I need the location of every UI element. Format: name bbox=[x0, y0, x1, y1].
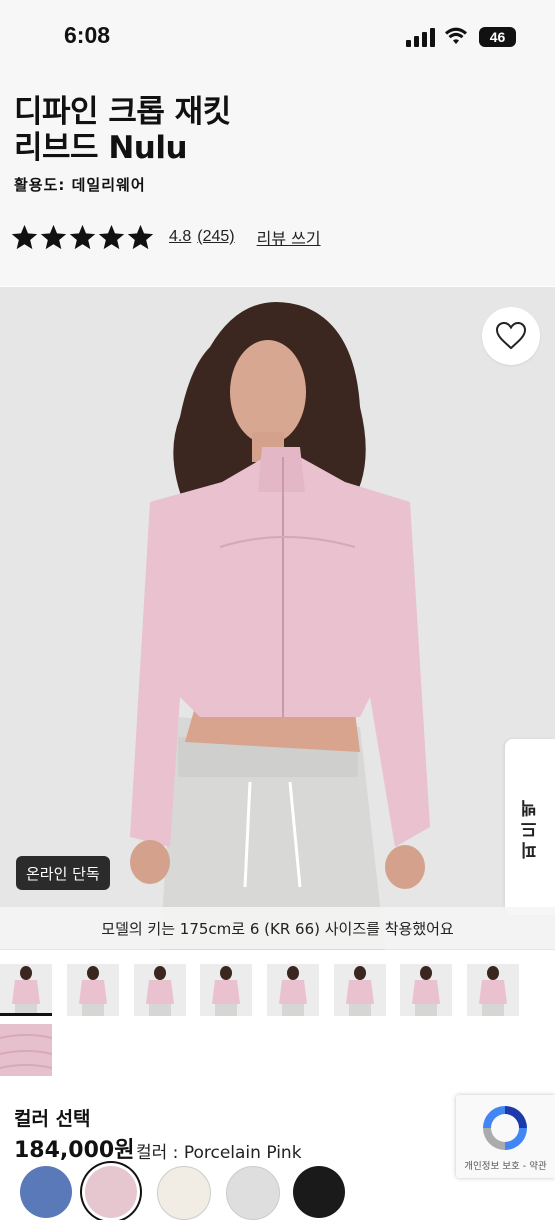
status-time: 6:08 bbox=[64, 22, 111, 48]
feedback-tab[interactable]: 피드백 bbox=[505, 739, 555, 915]
recaptcha-icon bbox=[483, 1106, 527, 1150]
heart-icon bbox=[495, 321, 527, 350]
color-swatch[interactable] bbox=[157, 1166, 211, 1220]
star-icon bbox=[40, 224, 67, 249]
color-swatch[interactable] bbox=[226, 1166, 280, 1220]
product-hero-image[interactable] bbox=[0, 287, 555, 950]
model-size-caption: 모델의 키는 175cm로 6 (KR 66) 사이즈를 착용했어요 bbox=[0, 907, 555, 949]
recaptcha-badge[interactable]: 개인정보 보호 - 약관 bbox=[456, 1095, 555, 1178]
review-count[interactable]: (245) bbox=[197, 228, 234, 246]
thumbnail-image bbox=[0, 964, 52, 1016]
price: 184,000원 bbox=[14, 1138, 135, 1163]
thumbnail-image bbox=[334, 964, 386, 1016]
selected-color-name: 컬러 : Porcelain Pink bbox=[136, 1143, 302, 1163]
product-thumbnail[interactable] bbox=[200, 964, 252, 1016]
color-swatch[interactable] bbox=[293, 1166, 345, 1218]
product-thumbnail[interactable] bbox=[267, 964, 319, 1016]
thumbnail-image bbox=[267, 964, 319, 1016]
star-icon bbox=[127, 224, 154, 249]
product-thumbnail[interactable] bbox=[0, 1024, 52, 1076]
thumbnail-image bbox=[0, 1024, 52, 1076]
online-exclusive-badge: 온라인 단독 bbox=[16, 856, 110, 890]
rating-value[interactable]: 4.8 bbox=[169, 228, 191, 246]
wishlist-button[interactable] bbox=[482, 307, 540, 365]
product-thumbnail[interactable] bbox=[134, 964, 186, 1016]
wifi-icon bbox=[445, 27, 467, 44]
thumbnail-image bbox=[134, 964, 186, 1016]
product-thumbnail[interactable] bbox=[334, 964, 386, 1016]
thumbnail-image bbox=[67, 964, 119, 1016]
star-icon bbox=[11, 224, 38, 249]
cellular-signal-icon bbox=[406, 27, 436, 47]
color-select-heading: 컬러 선택 bbox=[14, 1108, 91, 1130]
feedback-tab-label: 피드백 bbox=[520, 795, 541, 859]
rating-stars bbox=[10, 223, 155, 252]
product-title: 디파인 크롭 재킷 리브드 Nulu bbox=[14, 94, 334, 166]
color-swatch[interactable] bbox=[20, 1166, 72, 1218]
product-thumbnail[interactable] bbox=[400, 964, 452, 1016]
thumbnail-image bbox=[200, 964, 252, 1016]
product-thumbnail[interactable] bbox=[467, 964, 519, 1016]
star-icon bbox=[98, 224, 125, 249]
product-thumbnail[interactable] bbox=[67, 964, 119, 1016]
product-title-line1: 디파인 크롭 재킷 bbox=[14, 94, 231, 130]
thumbnail-image bbox=[467, 964, 519, 1016]
product-title-line2: 리브드 Nulu bbox=[14, 130, 188, 166]
recaptcha-privacy-terms[interactable]: 개인정보 보호 - 약관 bbox=[456, 1158, 555, 1172]
thumbnail-image bbox=[400, 964, 452, 1016]
battery-icon: 46 bbox=[479, 27, 516, 47]
thumbnail-gallery bbox=[0, 964, 555, 1076]
rating-row: 4.8 (245) 리뷰 쓰기 bbox=[10, 220, 321, 254]
star-icon bbox=[69, 224, 96, 249]
product-thumbnail[interactable] bbox=[0, 964, 52, 1016]
color-swatch[interactable] bbox=[85, 1166, 137, 1218]
write-review-link[interactable]: 리뷰 쓰기 bbox=[257, 225, 321, 249]
usage-label: 활용도: 데일리웨어 bbox=[14, 176, 146, 194]
status-bar: 6:08 46 bbox=[0, 0, 555, 70]
model-photo bbox=[0, 287, 555, 950]
